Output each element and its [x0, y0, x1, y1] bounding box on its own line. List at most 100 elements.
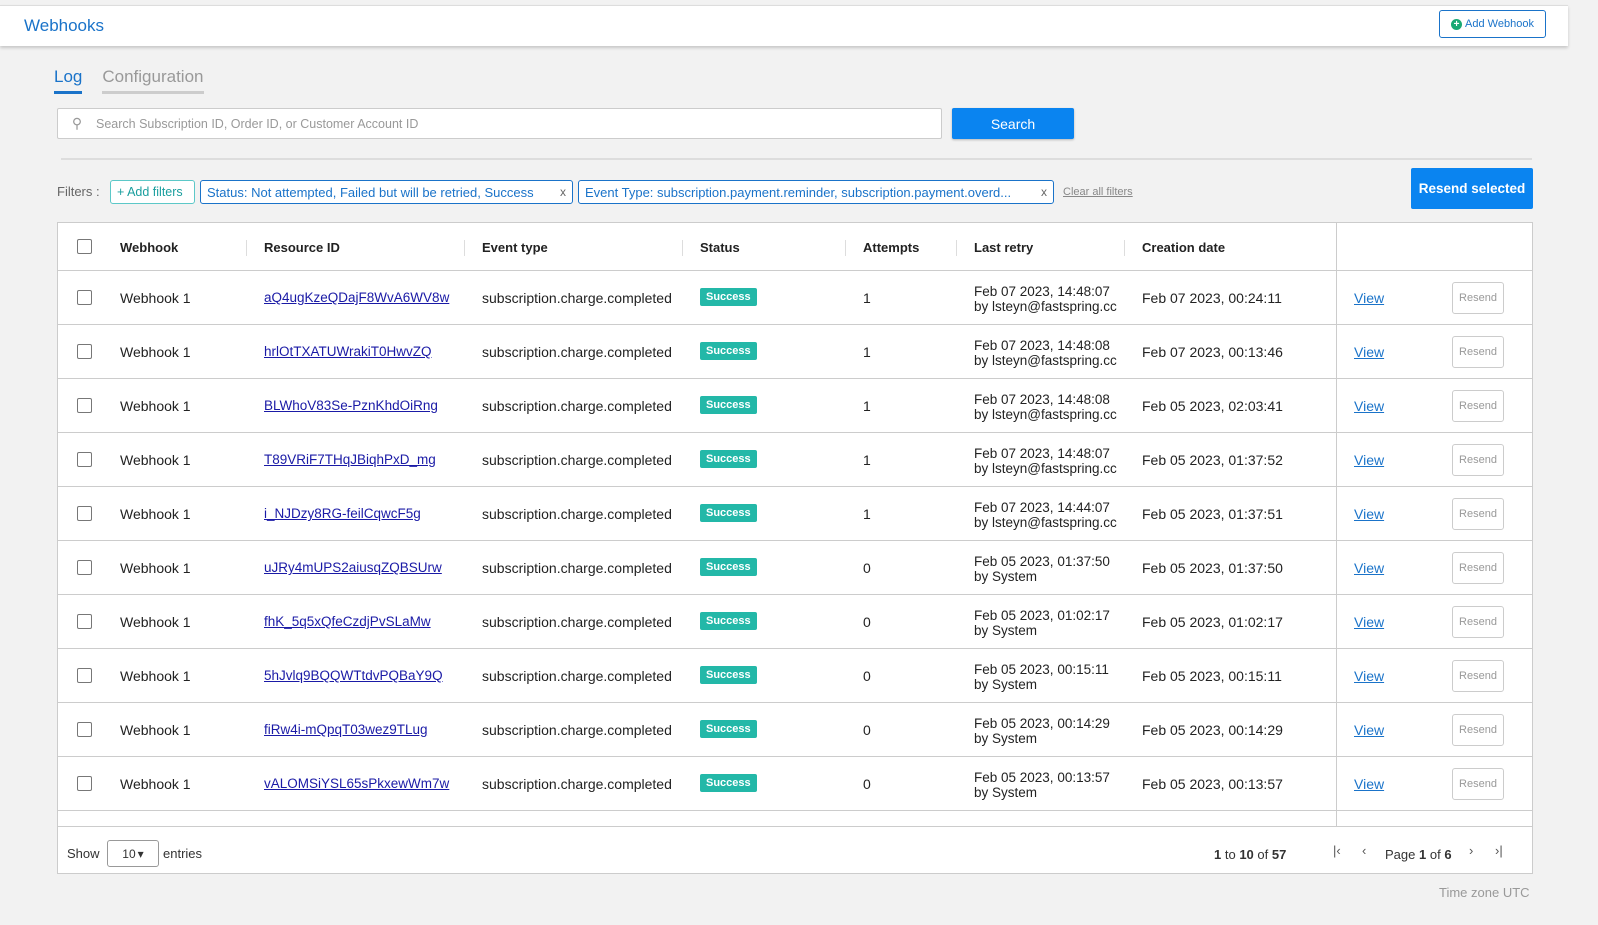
row-checkbox[interactable] — [77, 722, 92, 737]
resend-button[interactable]: Resend — [1452, 552, 1504, 584]
row-checkbox[interactable] — [77, 560, 92, 575]
clear-all-filters-link[interactable]: Clear all filters — [1063, 186, 1133, 198]
view-link[interactable]: View — [1354, 668, 1384, 684]
resend-button[interactable]: Resend — [1452, 336, 1504, 368]
column-separator — [464, 240, 465, 256]
last-retry: Feb 05 2023, 01:02:17 by System — [974, 608, 1124, 638]
resend-button[interactable]: Resend — [1452, 444, 1504, 476]
view-link[interactable]: View — [1354, 290, 1384, 306]
page-total: 6 — [1444, 847, 1452, 862]
view-link[interactable]: View — [1354, 776, 1384, 792]
row-checkbox[interactable] — [77, 452, 92, 467]
column-header-webhook[interactable]: Webhook — [120, 240, 178, 255]
view-link[interactable]: View — [1354, 560, 1384, 576]
table-row: Webhook 1 5hJvlq9BQQWTtdvPQBaY9Q subscript… — [58, 649, 1532, 703]
range-end: 10 — [1239, 847, 1254, 862]
row-checkbox[interactable] — [77, 506, 92, 521]
resend-button[interactable]: Resend — [1452, 498, 1504, 530]
show-label: Show — [67, 846, 100, 861]
close-icon[interactable]: x — [560, 185, 566, 199]
entries-per-page-select[interactable]: 10 ▾ — [107, 840, 159, 867]
resource-id-link[interactable]: vALOMSiYSL65sPkxewWm7w — [264, 776, 449, 791]
resource-id-link[interactable]: fiRw4i-mQpqT03wez9TLug — [264, 722, 428, 737]
view-link[interactable]: View — [1354, 722, 1384, 738]
resource-id-link[interactable]: hrlOtTXATUWrakiT0HwvZQ — [264, 344, 432, 359]
last-retry-by: by lsteyn@fastspring.cc — [974, 407, 1117, 422]
view-link[interactable]: View — [1354, 452, 1384, 468]
next-page-icon[interactable]: › — [1469, 843, 1473, 858]
add-webhook-button[interactable]: + Add Webhook — [1439, 10, 1546, 38]
resource-id-link[interactable]: T89VRiF7THqJBiqhPxD_mg — [264, 452, 436, 467]
table-row: Webhook 1 aQ4ugKzeQDajF8WvA6WV8w subscript… — [58, 271, 1532, 325]
view-link[interactable]: View — [1354, 614, 1384, 630]
column-header-event-type[interactable]: Event type — [482, 240, 548, 255]
column-separator — [682, 240, 683, 256]
column-header-creation-date[interactable]: Creation date — [1142, 240, 1225, 255]
status-badge: Success — [700, 450, 757, 468]
column-header-status[interactable]: Status — [700, 240, 740, 255]
row-checkbox[interactable] — [77, 614, 92, 629]
webhook-name: Webhook 1 — [120, 614, 191, 630]
column-header-last-retry[interactable]: Last retry — [974, 240, 1033, 255]
resource-id-link[interactable]: fhK_5q5xQfeCzdjPvSLaMw — [264, 614, 431, 629]
last-retry-by: by System — [974, 623, 1038, 638]
first-page-icon[interactable]: |‹ — [1333, 843, 1341, 858]
row-checkbox[interactable] — [77, 776, 92, 791]
column-separator — [246, 240, 247, 256]
resend-button[interactable]: Resend — [1452, 714, 1504, 746]
creation-date: Feb 05 2023, 01:37:50 — [1142, 560, 1283, 576]
resource-id-link[interactable]: i_NJDzy8RG-feilCqwcF5g — [264, 506, 421, 521]
timezone-label: Time zone UTC — [1439, 885, 1530, 900]
view-link[interactable]: View — [1354, 344, 1384, 360]
search-input[interactable] — [96, 116, 941, 131]
add-filters-button[interactable]: + Add filters — [110, 180, 195, 204]
row-checkbox[interactable] — [77, 344, 92, 359]
select-all-checkbox[interactable] — [77, 239, 92, 254]
close-icon[interactable]: x — [1041, 185, 1047, 199]
page-current: 1 — [1419, 847, 1427, 862]
table-row: Webhook 1 vALOMSiYSL65sPkxewWm7w subscript… — [58, 757, 1532, 811]
tab-log[interactable]: Log — [54, 67, 83, 94]
page-title: Webhooks — [24, 16, 105, 35]
status-badge: Success — [700, 504, 757, 522]
resource-id-link[interactable]: BLWhoV83Se-PznKhdOiRng — [264, 398, 438, 413]
last-retry: Feb 05 2023, 00:14:29 by System — [974, 716, 1124, 746]
plus-circle-icon: + — [1451, 18, 1463, 30]
resend-button[interactable]: Resend — [1452, 660, 1504, 692]
row-checkbox[interactable] — [77, 290, 92, 305]
column-separator — [1124, 240, 1125, 256]
webhook-name: Webhook 1 — [120, 722, 191, 738]
view-link[interactable]: View — [1354, 398, 1384, 414]
attempts-count: 0 — [863, 776, 871, 792]
search-button[interactable]: Search — [952, 108, 1074, 139]
resend-button[interactable]: Resend — [1452, 606, 1504, 638]
resource-id-link[interactable]: 5hJvlq9BQQWTtdvPQBaY9Q — [264, 668, 443, 683]
entries-value: 10 — [122, 846, 136, 861]
entries-range: 1 to 10 of 57 — [1214, 847, 1286, 862]
filter-chip-event-type[interactable]: Event Type: subscription.payment.reminde… — [578, 180, 1054, 204]
resend-selected-button[interactable]: Resend selected — [1411, 168, 1533, 209]
last-retry-date: Feb 05 2023, 00:13:57 — [974, 770, 1110, 785]
tab-configuration[interactable]: Configuration — [102, 67, 204, 94]
resource-id-link[interactable]: aQ4ugKzeQDajF8WvA6WV8w — [264, 290, 449, 305]
resend-button[interactable]: Resend — [1452, 768, 1504, 800]
event-type: subscription.charge.completed — [482, 452, 672, 468]
filter-chip-status[interactable]: Status: Not attempted, Failed but will b… — [200, 180, 573, 204]
column-header-attempts[interactable]: Attempts — [863, 240, 919, 255]
event-type: subscription.charge.completed — [482, 506, 672, 522]
prev-page-icon[interactable]: ‹ — [1362, 843, 1366, 858]
view-link[interactable]: View — [1354, 506, 1384, 522]
resource-id-link[interactable]: uJRy4mUPS2aiusqZQBSUrw — [264, 560, 442, 575]
column-header-resource-id[interactable]: Resource ID — [264, 240, 340, 255]
resend-button[interactable]: Resend — [1452, 282, 1504, 314]
webhook-name: Webhook 1 — [120, 668, 191, 684]
last-page-icon[interactable]: ›| — [1495, 843, 1503, 858]
attempts-count: 1 — [863, 398, 871, 414]
resend-button[interactable]: Resend — [1452, 390, 1504, 422]
event-type: subscription.charge.completed — [482, 398, 672, 414]
table-header: Webhook Resource ID Event type Status At… — [58, 223, 1532, 271]
row-checkbox[interactable] — [77, 398, 92, 413]
status-badge: Success — [700, 288, 757, 306]
table-row: Webhook 1 BLWhoV83Se-PznKhdOiRng subscript… — [58, 379, 1532, 433]
row-checkbox[interactable] — [77, 668, 92, 683]
